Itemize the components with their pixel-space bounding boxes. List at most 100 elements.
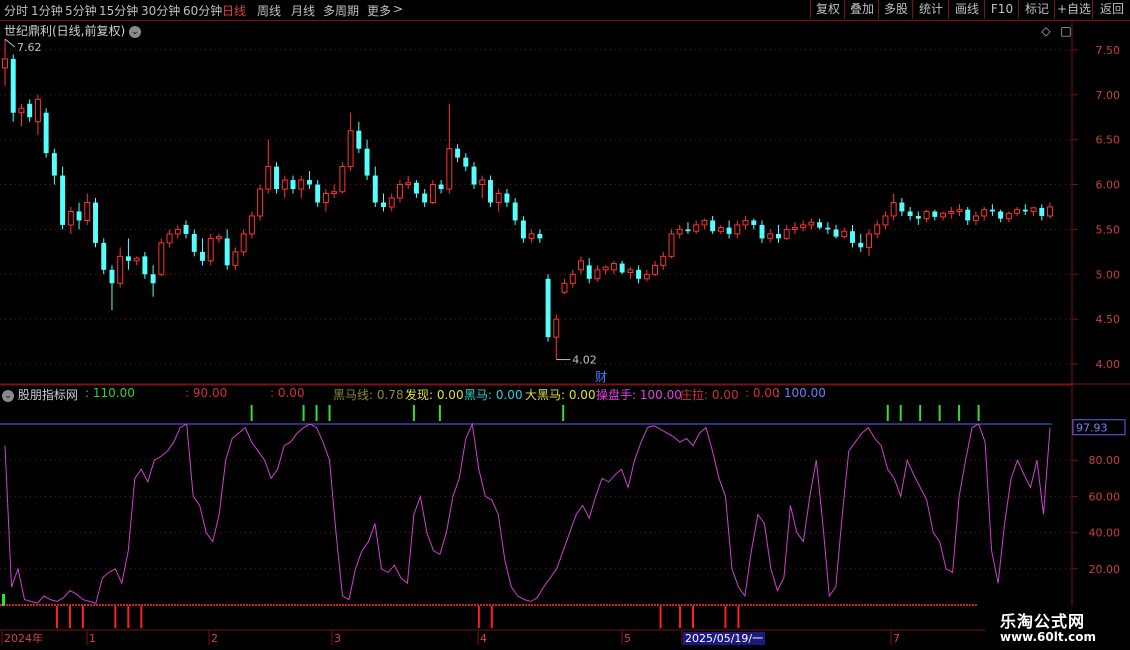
candle-body	[850, 231, 855, 243]
date-label: 1	[89, 632, 96, 645]
candle-body	[207, 237, 214, 262]
indicator-value-2: : 0.00	[270, 386, 305, 400]
candle-body	[701, 219, 708, 226]
candle-body	[174, 228, 181, 235]
candle-body	[396, 184, 403, 199]
candle-body	[553, 318, 560, 338]
chart-canvas[interactable]: 7.50 7.00 6.50 6.00 5.50 5.00 4.50 4.00 7.62 4.02…	[0, 0, 1130, 650]
candle-body	[1047, 206, 1053, 217]
candle-body	[660, 255, 667, 266]
candle-body	[142, 256, 148, 275]
price-tick-label: 5.00	[1096, 268, 1121, 281]
candle-body	[759, 224, 765, 239]
indicator-value-10: : 100.00	[776, 386, 826, 400]
candle-body	[315, 184, 321, 203]
square-icon: □	[1060, 24, 1071, 38]
candle-body	[1014, 209, 1021, 214]
candle-body	[224, 238, 230, 266]
candle-body	[858, 242, 864, 248]
watermark-title: 乐淘公式网	[1000, 612, 1086, 631]
candle-body	[265, 166, 272, 190]
indicator-value-4: 发现: 0.00	[405, 388, 464, 402]
candle-body	[381, 202, 386, 207]
date-label: 3	[334, 632, 341, 645]
cai-marker: 财	[595, 370, 607, 384]
indicator-tick-label: 20.00	[1089, 563, 1121, 576]
candle-body	[685, 229, 691, 232]
candle-body	[676, 228, 683, 235]
candle-body	[257, 188, 264, 217]
indicator-header: ⌄ 股朋指标网 : 110.00: 90.00: 0.00 黑马线: 0.78 发现…	[2, 386, 826, 403]
candle-body	[298, 179, 305, 190]
candle-body	[488, 180, 493, 203]
candle-body	[356, 130, 362, 149]
candle-body	[882, 215, 889, 226]
diamond-icon: ◇	[1041, 24, 1051, 38]
candle-body	[67, 210, 74, 226]
candle-body	[940, 212, 946, 218]
price-tick-label: 4.50	[1096, 313, 1121, 326]
indicator-tick-label: 60.00	[1089, 490, 1121, 503]
candle-body	[504, 193, 510, 203]
indicator-dropdown-icon[interactable]: ⌄	[2, 389, 14, 402]
indicator-value-1: : 90.00	[185, 386, 228, 400]
candle-body	[27, 103, 33, 118]
candle-body	[775, 233, 781, 239]
green-start-marker	[2, 594, 5, 606]
candle-body	[825, 227, 831, 230]
candle-body	[166, 233, 173, 244]
candle-body	[455, 148, 461, 158]
candle-body	[610, 263, 617, 271]
candle-body	[578, 260, 584, 271]
candle-body	[388, 197, 395, 208]
candle-body	[479, 179, 486, 186]
candle-body	[742, 219, 749, 226]
date-label: 5	[624, 632, 631, 645]
candle-body	[339, 166, 346, 193]
candle-body	[899, 202, 905, 212]
candle-body	[232, 251, 239, 266]
price-tick-label: 5.50	[1096, 223, 1121, 236]
candle-body	[636, 269, 642, 279]
candle-body	[890, 202, 897, 217]
high-marker-arrow	[4, 38, 16, 48]
candle-body	[372, 175, 378, 203]
low-price-label: 4.02	[572, 354, 597, 367]
candle-body	[734, 224, 741, 235]
candle-body	[43, 112, 49, 154]
candle-body	[101, 242, 107, 270]
candle-body	[429, 184, 436, 204]
indicator-value-9: : 0.00	[745, 386, 780, 400]
candle-body	[322, 193, 329, 203]
candle-body	[972, 215, 979, 221]
candle-body	[948, 210, 955, 214]
candle-body	[602, 266, 609, 271]
candle-body	[726, 227, 732, 234]
candle-body	[183, 224, 189, 234]
candle-body	[471, 166, 477, 185]
candle-body	[422, 193, 428, 203]
indicator-name: 股朋指标网	[14, 388, 78, 402]
candle-body	[569, 273, 576, 284]
candle-body	[347, 130, 354, 168]
candle-body	[1030, 207, 1037, 212]
price-tick-label: 6.50	[1096, 134, 1121, 147]
indicator-value-3: 黑马线: 0.78	[333, 388, 404, 402]
candle-body	[34, 98, 41, 123]
candle-body	[956, 209, 963, 212]
price-tick-label: 6.00	[1096, 179, 1121, 192]
candle-body	[520, 220, 526, 239]
date-label: 4	[480, 632, 487, 645]
candle-body	[51, 153, 57, 176]
indicator-value-7: 操盘手: 100.00	[596, 388, 682, 402]
candle-body	[874, 224, 881, 235]
candle-body	[109, 269, 115, 284]
candle-body	[290, 180, 296, 190]
candle-body	[331, 191, 338, 195]
candle-body	[594, 269, 601, 280]
candle-body	[306, 180, 312, 185]
high-price-label: 7.62	[17, 41, 42, 54]
candle-body	[150, 274, 156, 284]
candle-body	[274, 166, 280, 190]
candle-body	[866, 233, 872, 248]
